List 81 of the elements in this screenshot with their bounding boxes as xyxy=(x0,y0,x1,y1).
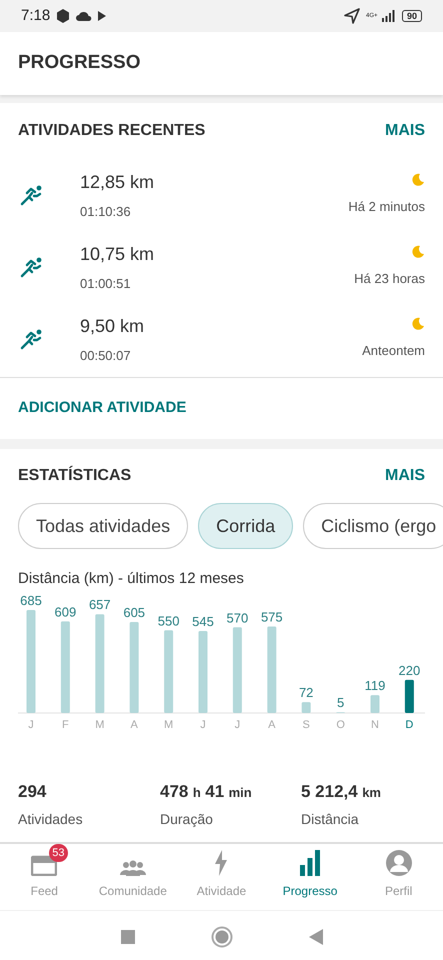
nav-tab[interactable]: Progresso xyxy=(266,844,354,910)
chart-title: Distância (km) - últimos 12 meses xyxy=(17,569,245,589)
running-person-icon xyxy=(20,328,44,350)
month-label: O xyxy=(336,718,345,730)
month-label: A xyxy=(130,718,138,730)
month-label: J xyxy=(200,718,206,730)
add-activity-link[interactable]: ADICIONAR ATIVIDADE xyxy=(18,397,186,420)
home-button[interactable] xyxy=(210,926,232,948)
recents-button[interactable] xyxy=(120,930,134,944)
nav-tab[interactable]: Atividade xyxy=(177,844,266,910)
bar-value-label: 550 xyxy=(158,612,180,628)
month-label: J xyxy=(234,718,240,730)
activity-time: Anteontem xyxy=(362,342,425,360)
month-label: J xyxy=(28,718,34,730)
cloud-icon xyxy=(76,11,92,21)
month-label: A xyxy=(268,718,276,730)
bar-value-label: 72 xyxy=(298,684,314,700)
month-label: N xyxy=(371,718,379,730)
activity-distance: 10,75 km xyxy=(80,242,156,266)
activity-duration: 01:10:36 xyxy=(80,202,132,221)
activity-duration: 01:00:51 xyxy=(80,274,132,293)
bar-value-label: 119 xyxy=(364,678,386,693)
group-icon xyxy=(118,860,147,876)
back-button[interactable] xyxy=(308,928,322,944)
bar-value-label: 657 xyxy=(88,596,111,612)
nav-tab[interactable]: Comunidade xyxy=(88,844,178,910)
bar-value-label: 220 xyxy=(398,662,420,678)
chart-bar xyxy=(302,702,311,712)
total-label: Atividades xyxy=(18,810,84,828)
bar-value-label: 575 xyxy=(260,609,283,624)
filter-chip[interactable]: Corrida xyxy=(198,503,294,549)
total-label: Distância xyxy=(301,810,360,828)
bar-value-label: 685 xyxy=(20,592,42,608)
bar-value-label: 609 xyxy=(54,604,76,619)
activity-time: Há 23 horas xyxy=(354,270,425,288)
signal-icon xyxy=(382,10,396,22)
section-title: ATIVIDADES RECENTES xyxy=(18,121,206,141)
nav-tab[interactable]: Perfil xyxy=(354,844,443,910)
month-label: D xyxy=(405,718,414,730)
filter-chip[interactable]: Ciclismo (ergo xyxy=(303,503,443,549)
filter-chip[interactable]: Todas atividades xyxy=(18,503,188,549)
activity-row[interactable]: 10,75 km 01:00:51 Há 23 horas xyxy=(0,231,443,303)
month-label: M xyxy=(95,718,104,730)
chart-bar xyxy=(370,694,380,712)
activity-distance: 12,85 km xyxy=(80,170,156,194)
bar-value-label: 545 xyxy=(192,614,214,629)
more-link[interactable]: MAIS xyxy=(385,119,425,143)
moon-icon xyxy=(411,173,425,188)
page-title: PROGRESSO xyxy=(18,51,140,76)
total-value: 294 xyxy=(18,780,48,802)
bar-chart-icon xyxy=(300,850,320,876)
more-link[interactable]: MAIS xyxy=(385,464,425,488)
app-notification-icon xyxy=(56,9,70,23)
location-arrow-icon xyxy=(344,8,360,24)
month-label: S xyxy=(302,718,310,730)
activity-distance: 9,50 km xyxy=(80,314,146,338)
month-label: M xyxy=(164,718,174,730)
chart-bar xyxy=(404,679,414,712)
notification-badge: 53 xyxy=(49,844,68,862)
nav-tab[interactable]: 53 Feed xyxy=(0,844,89,910)
play-icon xyxy=(98,11,106,21)
total-value: 478 h 41 min xyxy=(160,780,253,802)
bar-value-label: 605 xyxy=(123,604,146,620)
activity-row[interactable]: 12,85 km 01:10:36 Há 2 minutos xyxy=(0,159,443,231)
month-label: F xyxy=(62,718,69,730)
section-title: ESTATÍSTICAS xyxy=(18,464,132,486)
activity-duration: 00:50:07 xyxy=(80,346,132,365)
running-person-icon xyxy=(20,256,44,278)
lightning-bolt-icon xyxy=(214,850,228,876)
running-person-icon xyxy=(20,184,44,206)
bar-value-label: 5 xyxy=(336,694,344,710)
moon-icon xyxy=(411,245,425,260)
moon-icon xyxy=(411,317,425,332)
status-time: 7:18 xyxy=(21,6,50,26)
total-label: Duração xyxy=(160,810,214,829)
activity-row[interactable]: 9,50 km 00:50:07 Anteontem xyxy=(0,303,443,375)
bar-value-label: 570 xyxy=(226,610,248,625)
profile-icon xyxy=(386,850,412,876)
activity-time: Há 2 minutos xyxy=(348,198,425,216)
battery-indicator: 90 xyxy=(402,10,422,22)
total-value: 5 212,4 km xyxy=(301,780,382,802)
